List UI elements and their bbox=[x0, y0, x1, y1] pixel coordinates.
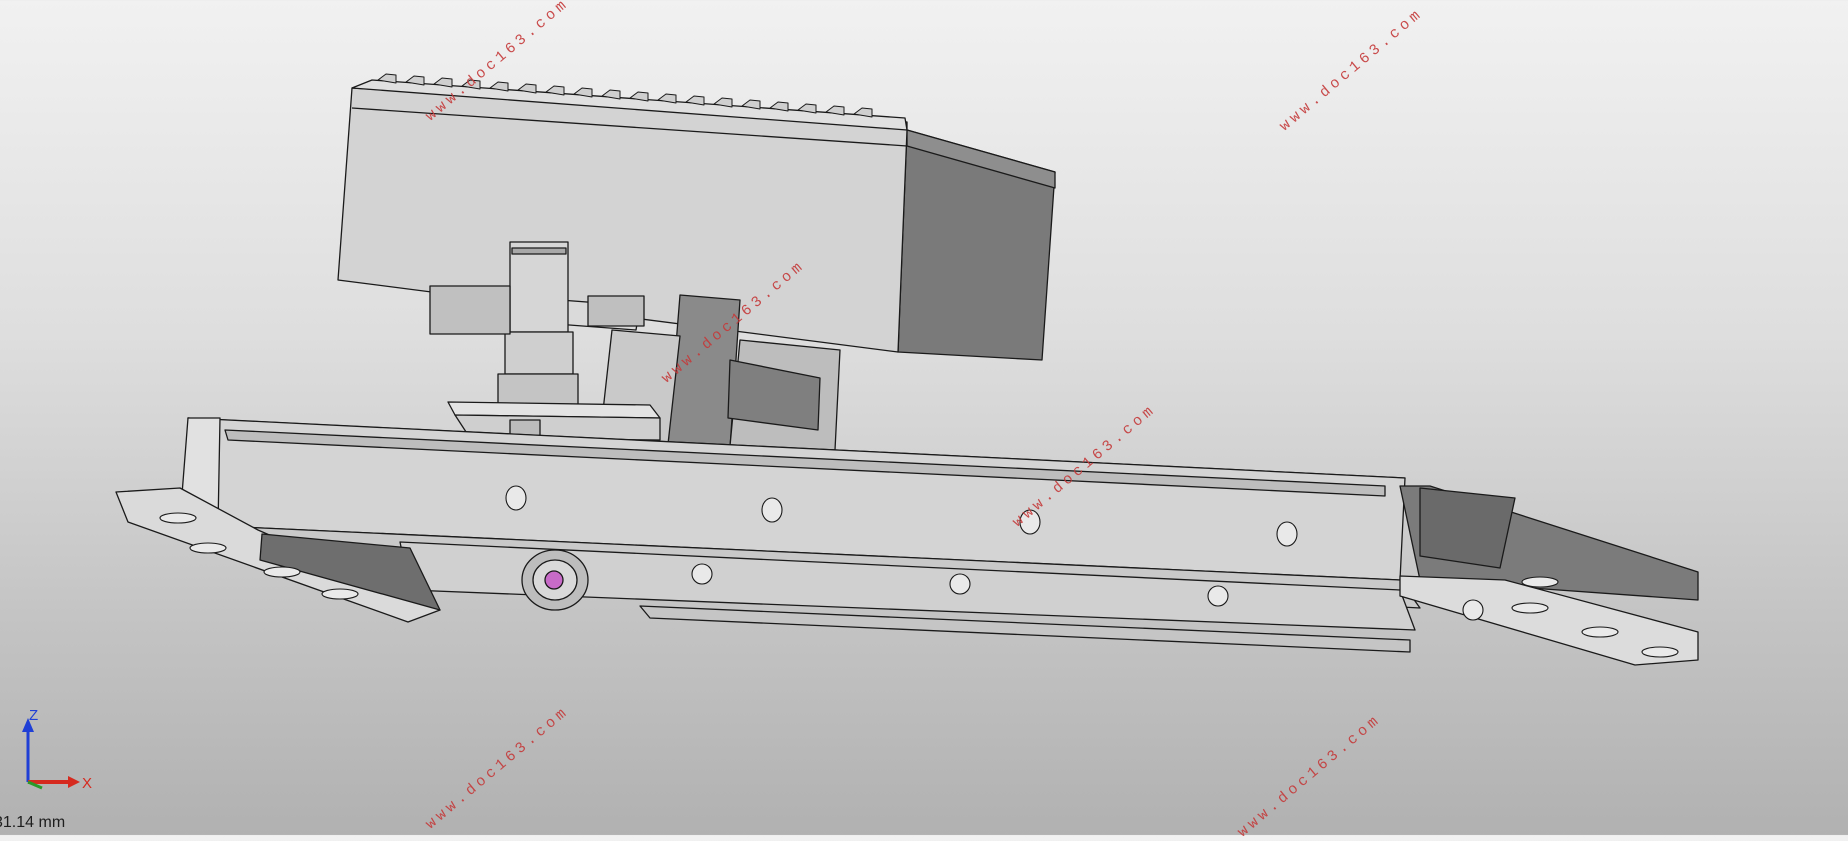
x-arrow-icon bbox=[68, 776, 80, 788]
cad-model-assembly[interactable] bbox=[0, 0, 1848, 835]
scale-readout: 31.14 mm bbox=[0, 814, 66, 831]
3d-viewport[interactable]: www.doc163.com www.doc163.com www.doc163… bbox=[0, 0, 1848, 841]
x-axis-label: X bbox=[82, 775, 92, 792]
pulley-wheel bbox=[521, 549, 589, 611]
z-axis-label: Z bbox=[29, 707, 38, 724]
coordinate-triad: Z X bbox=[22, 707, 92, 792]
linear-rail-body bbox=[187, 417, 1421, 653]
